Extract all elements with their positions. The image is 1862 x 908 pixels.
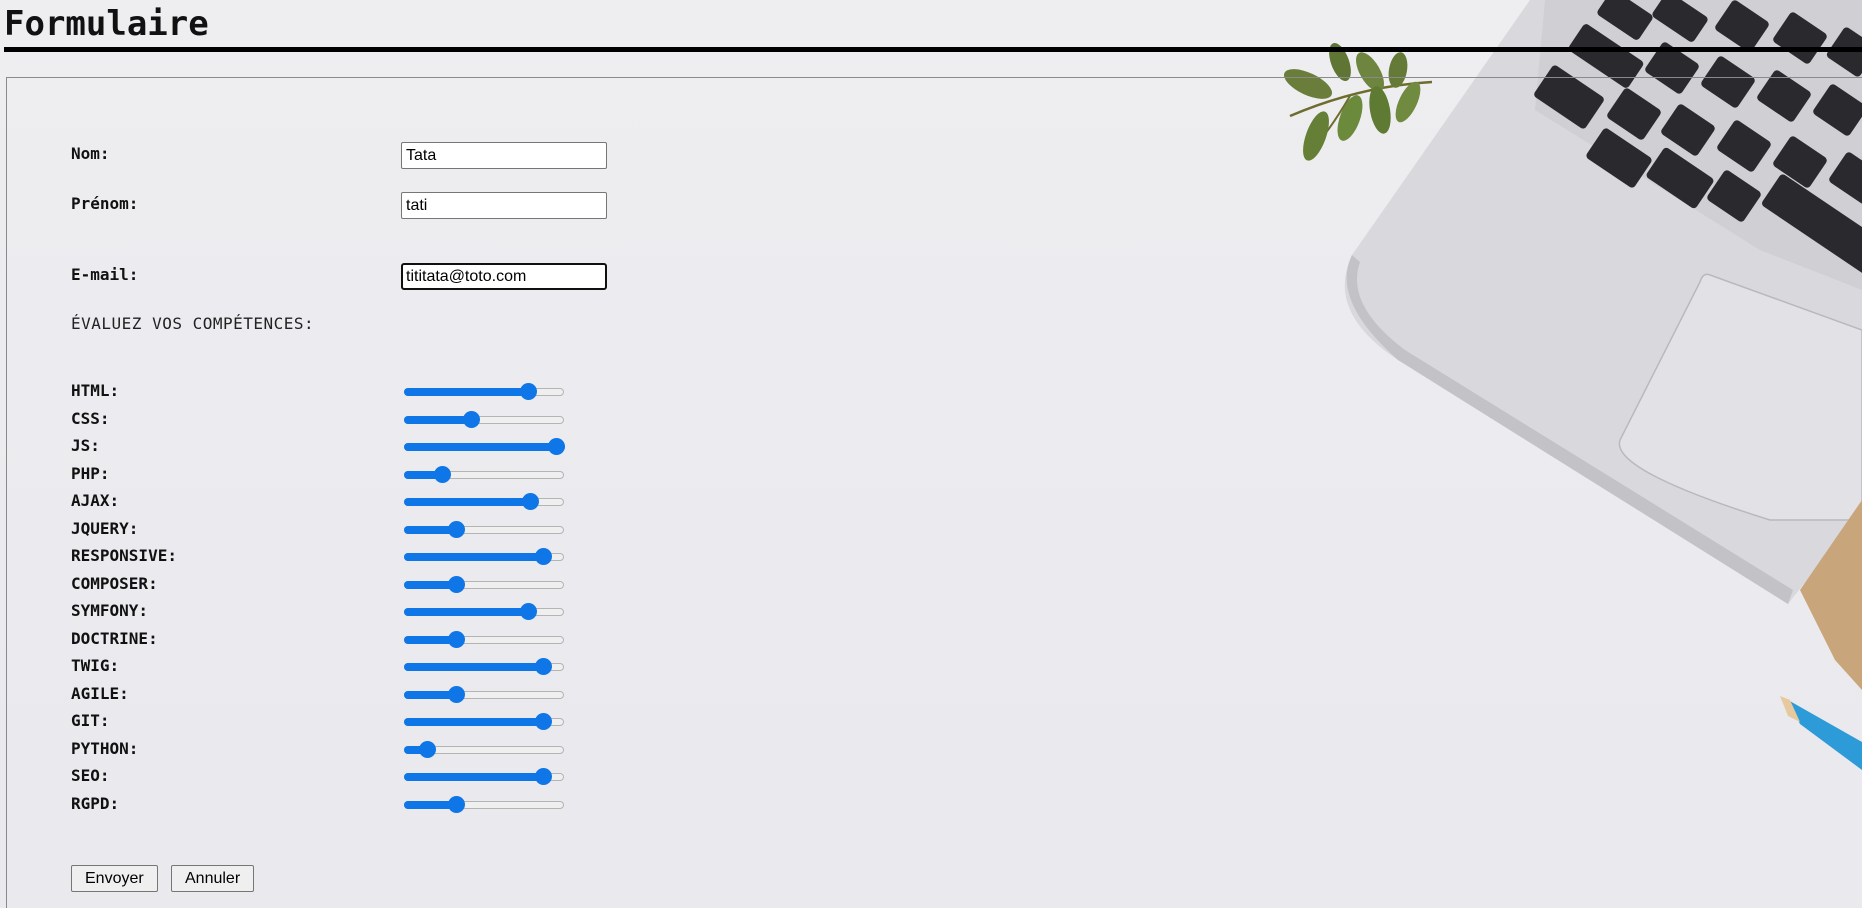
submit-button[interactable]: Envoyer xyxy=(71,865,158,892)
skill-row: JS: xyxy=(0,434,700,456)
skill-slider[interactable] xyxy=(404,548,564,565)
skill-slider-fill xyxy=(404,553,543,561)
skill-slider-thumb[interactable] xyxy=(434,465,451,483)
skill-row: SEO: xyxy=(0,764,700,786)
skill-slider-thumb[interactable] xyxy=(448,630,465,648)
prenom-label: Prénom: xyxy=(71,194,139,213)
skill-label: AJAX: xyxy=(71,491,120,510)
skill-row: PHP: xyxy=(0,462,700,484)
skill-label: RGPD: xyxy=(71,793,120,813)
skill-slider-thumb[interactable] xyxy=(522,493,539,510)
skills-heading: ÉVALUEZ VOS COMPÉTENCES: xyxy=(71,314,315,333)
skill-slider[interactable] xyxy=(404,630,564,648)
skill-slider[interactable] xyxy=(404,740,564,758)
skill-label: HTML: xyxy=(71,381,120,400)
prenom-input[interactable] xyxy=(401,192,607,219)
skill-label: JQUERY: xyxy=(71,518,139,538)
skill-slider-thumb[interactable] xyxy=(463,410,480,428)
skill-slider-fill xyxy=(404,773,543,781)
skill-label: CSS: xyxy=(71,408,110,428)
email-input[interactable] xyxy=(401,263,607,290)
skill-slider-thumb[interactable] xyxy=(535,768,552,785)
skill-label: AGILE: xyxy=(71,683,129,703)
skill-row: JQUERY: xyxy=(0,517,700,539)
skill-row: PYTHON: xyxy=(0,737,700,759)
skill-slider-thumb[interactable] xyxy=(448,575,465,593)
skill-label: TWIG: xyxy=(71,656,120,675)
skill-label: PYTHON: xyxy=(71,738,139,758)
skill-slider-fill xyxy=(404,388,528,396)
skill-slider-thumb[interactable] xyxy=(419,740,436,758)
skill-row: TWIG: xyxy=(0,654,700,676)
skill-label: SEO: xyxy=(71,766,110,785)
skill-slider[interactable] xyxy=(404,575,564,593)
skill-slider-fill xyxy=(404,608,528,616)
skill-slider[interactable] xyxy=(404,768,564,785)
skill-slider[interactable] xyxy=(404,383,564,400)
skill-slider[interactable] xyxy=(404,685,564,703)
skill-slider-fill xyxy=(404,718,543,726)
skill-row: AJAX: xyxy=(0,489,700,511)
title-divider xyxy=(4,47,1862,52)
skill-label: GIT: xyxy=(71,711,110,730)
skill-row: SYMFONY: xyxy=(0,599,700,621)
skill-row: AGILE: xyxy=(0,682,700,704)
skill-label: JS: xyxy=(71,436,100,455)
reset-button[interactable]: Annuler xyxy=(171,865,255,892)
skill-slider[interactable] xyxy=(404,658,564,675)
skill-slider-fill xyxy=(404,443,565,451)
skill-slider-thumb[interactable] xyxy=(535,658,552,675)
skill-slider-thumb[interactable] xyxy=(448,685,465,703)
skill-slider-thumb[interactable] xyxy=(520,603,537,620)
skill-label: COMPOSER: xyxy=(71,573,158,593)
skill-slider[interactable] xyxy=(404,520,564,538)
skill-slider-thumb[interactable] xyxy=(535,713,552,730)
skill-slider-thumb[interactable] xyxy=(535,548,552,565)
skill-slider-thumb[interactable] xyxy=(448,520,465,538)
skill-row: RESPONSIVE: xyxy=(0,544,700,566)
skill-slider-thumb[interactable] xyxy=(548,438,565,455)
skill-slider-thumb[interactable] xyxy=(520,383,537,400)
page: Formulaire Nom: Prénom: E-mail: ÉVALUEZ … xyxy=(0,0,1862,908)
skill-slider[interactable] xyxy=(404,713,564,730)
skill-row: RGPD: xyxy=(0,792,700,814)
skill-slider[interactable] xyxy=(404,603,564,620)
skill-slider-fill xyxy=(404,663,543,671)
skill-slider[interactable] xyxy=(404,493,564,510)
skill-slider-fill xyxy=(404,415,471,424)
skill-label: DOCTRINE: xyxy=(71,628,158,648)
skill-row: DOCTRINE: xyxy=(0,627,700,649)
skill-label: RESPONSIVE: xyxy=(71,546,177,565)
skill-row: COMPOSER: xyxy=(0,572,700,594)
skill-row: CSS: xyxy=(0,407,700,429)
skill-label: PHP: xyxy=(71,463,110,483)
skill-slider[interactable] xyxy=(404,438,565,455)
skill-slider[interactable] xyxy=(404,465,564,483)
skill-row: GIT: xyxy=(0,709,700,731)
page-title: Formulaire xyxy=(4,4,209,44)
nom-label: Nom: xyxy=(71,144,110,163)
skill-slider-fill xyxy=(404,498,530,506)
skill-row: HTML: xyxy=(0,379,700,401)
skill-label: SYMFONY: xyxy=(71,601,149,620)
skill-slider[interactable] xyxy=(404,410,564,428)
nom-input[interactable] xyxy=(401,142,607,169)
email-label: E-mail: xyxy=(71,265,139,284)
skill-slider[interactable] xyxy=(404,795,564,813)
skill-slider-thumb[interactable] xyxy=(448,795,465,813)
